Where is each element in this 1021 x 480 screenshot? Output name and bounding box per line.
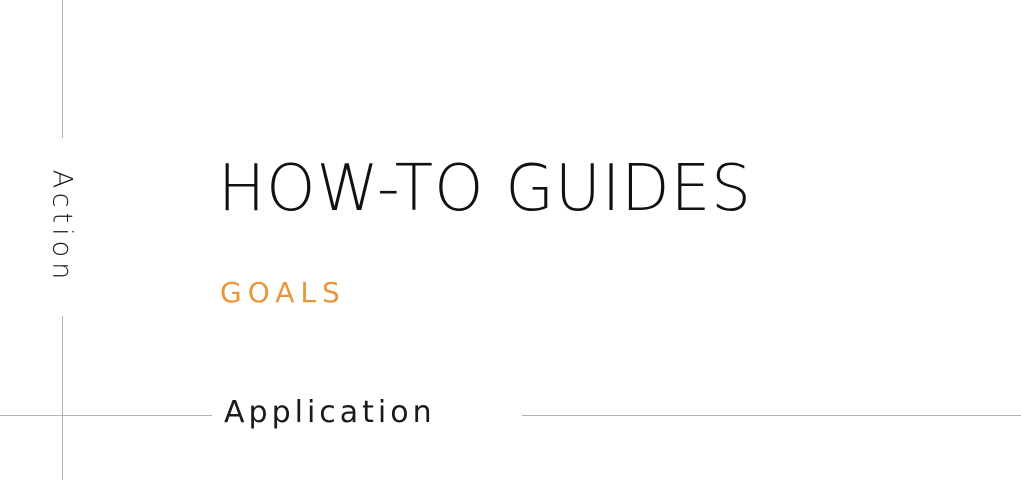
vertical-axis-line-bottom xyxy=(62,316,63,480)
quadrant-subtitle: GOALS xyxy=(220,276,346,309)
horizontal-axis-line-right xyxy=(522,415,1021,416)
vertical-axis-label: Action xyxy=(46,169,78,285)
diagram-canvas: Action Application HOW-TO GUIDES GOALS xyxy=(0,0,1021,480)
horizontal-axis-line-left xyxy=(0,415,212,416)
vertical-axis-line-top xyxy=(62,0,63,138)
horizontal-axis-label: Application xyxy=(224,395,436,430)
quadrant-title: HOW-TO GUIDES xyxy=(218,152,752,226)
